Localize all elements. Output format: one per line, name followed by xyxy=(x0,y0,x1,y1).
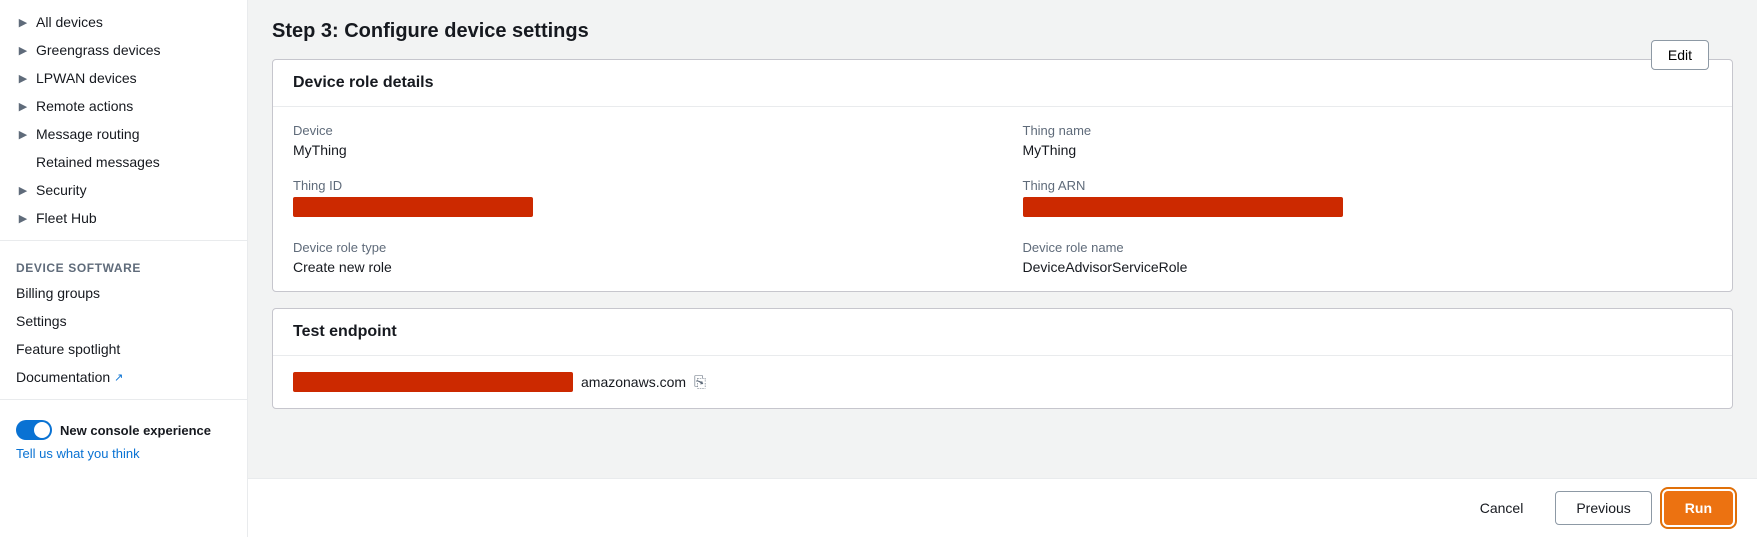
sidebar-divider-2 xyxy=(0,399,247,400)
sidebar-item-greengrass-devices[interactable]: ▶ Greengrass devices xyxy=(0,36,247,64)
chevron-right-icon: ▶ xyxy=(16,127,30,141)
device-value: MyThing xyxy=(293,142,983,158)
sidebar-item-label: Documentation xyxy=(16,369,110,385)
content-container: Step 3: Configure device settings Edit D… xyxy=(272,20,1733,409)
thing-arn-redacted xyxy=(1023,197,1713,220)
sidebar-item-label: Retained messages xyxy=(36,154,160,170)
thing-name-label: Thing name xyxy=(1023,123,1713,138)
main-area: Step 3: Configure device settings Edit D… xyxy=(248,0,1757,537)
sidebar-item-label: Security xyxy=(36,182,87,198)
detail-grid: Device MyThing Thing name MyThing Thing … xyxy=(293,123,1712,275)
sidebar-item-settings[interactable]: Settings xyxy=(0,307,247,335)
endpoint-row: amazonaws.com ⎘ xyxy=(273,356,1732,408)
thing-id-detail-item: Thing ID xyxy=(293,178,983,220)
chevron-right-icon: ▶ xyxy=(16,99,30,113)
chevron-right-icon: ▶ xyxy=(16,71,30,85)
thing-id-redacted xyxy=(293,197,983,220)
sidebar-item-feature-spotlight[interactable]: Feature spotlight xyxy=(0,335,247,363)
device-role-card-title: Device role details xyxy=(293,74,434,91)
sidebar-item-label: Billing groups xyxy=(16,285,100,301)
endpoint-redacted-bar xyxy=(293,372,573,392)
sidebar-item-retained-messages[interactable]: Retained messages xyxy=(0,148,247,176)
thing-name-detail-item: Thing name MyThing xyxy=(1023,123,1713,158)
sidebar-item-label: Feature spotlight xyxy=(16,341,120,357)
sidebar: ▶ All devices ▶ Greengrass devices ▶ LPW… xyxy=(0,0,248,537)
chevron-right-icon: ▶ xyxy=(16,211,30,225)
sidebar-item-label: Message routing xyxy=(36,126,140,142)
thing-name-value: MyThing xyxy=(1023,142,1713,158)
thing-id-redacted-bar xyxy=(293,197,533,217)
sidebar-item-billing-groups[interactable]: Billing groups xyxy=(0,279,247,307)
copy-icon[interactable]: ⎘ xyxy=(694,374,706,391)
sidebar-item-label: Settings xyxy=(16,313,67,329)
sidebar-item-documentation[interactable]: Documentation ↗ xyxy=(0,363,139,391)
device-role-name-detail-item: Device role name DeviceAdvisorServiceRol… xyxy=(1023,240,1713,275)
thing-id-label: Thing ID xyxy=(293,178,983,193)
test-endpoint-card-title: Test endpoint xyxy=(293,323,397,340)
previous-button[interactable]: Previous xyxy=(1555,491,1651,525)
device-label: Device xyxy=(293,123,983,138)
device-detail-item: Device MyThing xyxy=(293,123,983,158)
test-endpoint-card-header: Test endpoint xyxy=(273,309,1732,356)
sidebar-item-remote-actions[interactable]: ▶ Remote actions xyxy=(0,92,247,120)
edit-button[interactable]: Edit xyxy=(1651,40,1709,70)
chevron-right-icon: ▶ xyxy=(16,43,30,57)
tell-us-link[interactable]: Tell us what you think xyxy=(0,444,247,469)
chevron-right-icon: ▶ xyxy=(16,15,30,29)
sidebar-item-label: Greengrass devices xyxy=(36,42,161,58)
device-role-card-header: Device role details xyxy=(273,60,1732,107)
sidebar-item-lpwan-devices[interactable]: ▶ LPWAN devices xyxy=(0,64,247,92)
thing-arn-detail-item: Thing ARN xyxy=(1023,178,1713,220)
sidebar-item-fleet-hub[interactable]: ▶ Fleet Hub xyxy=(0,204,247,232)
cancel-button[interactable]: Cancel xyxy=(1460,492,1544,524)
device-role-type-label: Device role type xyxy=(293,240,983,255)
sidebar-item-label: Fleet Hub xyxy=(36,210,97,226)
device-role-card-body: Device MyThing Thing name MyThing Thing … xyxy=(273,107,1732,291)
sidebar-section-device-software: Device Software xyxy=(0,249,247,279)
test-endpoint-card: Test endpoint amazonaws.com ⎘ xyxy=(272,308,1733,409)
run-button[interactable]: Run xyxy=(1664,491,1733,525)
device-role-type-detail-item: Device role type Create new role xyxy=(293,240,983,275)
sidebar-item-label: LPWAN devices xyxy=(36,70,137,86)
external-link-icon: ↗ xyxy=(114,371,123,384)
endpoint-suffix: amazonaws.com xyxy=(581,374,686,390)
step-title: Step 3: Configure device settings xyxy=(272,20,1733,43)
footer: Cancel Previous Run xyxy=(248,478,1757,537)
device-role-name-label: Device role name xyxy=(1023,240,1713,255)
thing-arn-redacted-bar xyxy=(1023,197,1343,217)
sidebar-item-label: All devices xyxy=(36,14,103,30)
toggle-label: New console experience xyxy=(60,423,211,438)
chevron-right-icon: ▶ xyxy=(16,183,30,197)
console-experience-toggle[interactable] xyxy=(16,420,52,440)
content-area: Step 3: Configure device settings Edit D… xyxy=(248,0,1757,478)
sidebar-item-all-devices[interactable]: ▶ All devices xyxy=(0,8,247,36)
thing-arn-label: Thing ARN xyxy=(1023,178,1713,193)
device-role-name-value: DeviceAdvisorServiceRole xyxy=(1023,259,1713,275)
sidebar-divider xyxy=(0,240,247,241)
sidebar-item-message-routing[interactable]: ▶ Message routing xyxy=(0,120,247,148)
sidebar-item-security[interactable]: ▶ Security xyxy=(0,176,247,204)
device-role-type-value: Create new role xyxy=(293,259,983,275)
sidebar-item-label: Remote actions xyxy=(36,98,133,114)
toggle-row: New console experience xyxy=(0,408,247,444)
device-role-card: Device role details Device MyThing Thing… xyxy=(272,59,1733,292)
